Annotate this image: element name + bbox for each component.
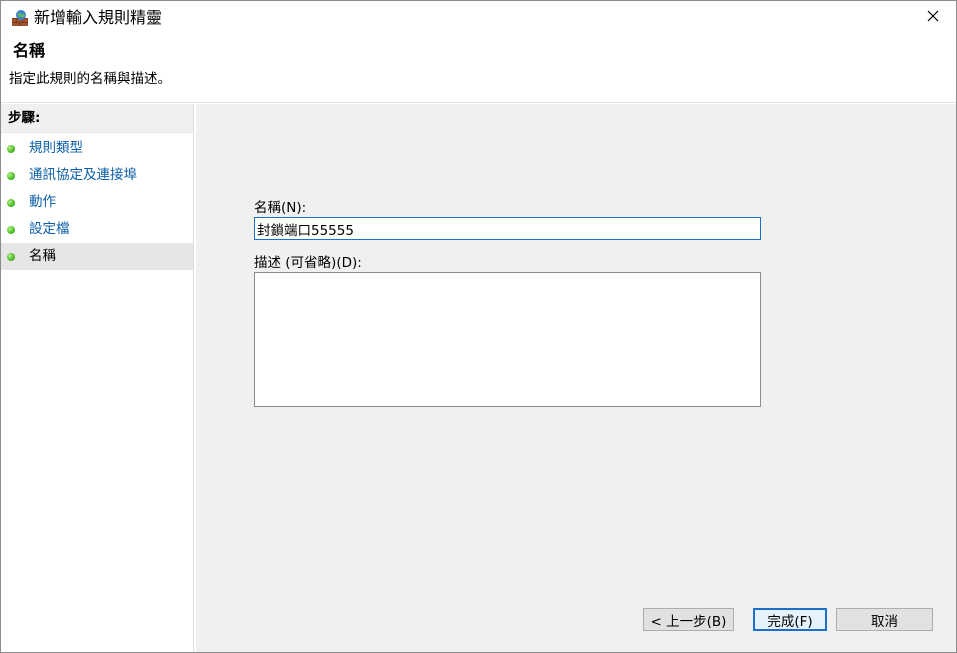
finish-button[interactable]: 完成(F) bbox=[753, 608, 827, 631]
page-title: 名稱 bbox=[13, 41, 46, 60]
green-dot-icon bbox=[7, 172, 15, 180]
step-label: 名稱 bbox=[29, 248, 56, 264]
step-label: 規則類型 bbox=[29, 140, 83, 156]
green-dot-icon bbox=[7, 226, 15, 234]
name-label: 名稱(N): bbox=[254, 200, 307, 216]
firewall-icon bbox=[11, 9, 29, 27]
step-list: 規則類型 通訊協定及連接埠 動作 設定檔 名稱 bbox=[1, 135, 193, 270]
step-label: 通訊協定及連接埠 bbox=[29, 167, 137, 183]
back-button[interactable]: < 上一步(B) bbox=[643, 608, 734, 631]
green-dot-icon bbox=[7, 199, 15, 207]
step-protocol-and-ports[interactable]: 通訊協定及連接埠 bbox=[1, 162, 193, 189]
green-dot-icon bbox=[7, 145, 15, 153]
wizard-header: 名稱 指定此規則的名稱與描述。 bbox=[1, 35, 956, 103]
steps-pane: 步驟: 規則類型 通訊協定及連接埠 動作 設定檔 名稱 bbox=[1, 104, 194, 652]
step-label: 設定檔 bbox=[29, 221, 70, 237]
steps-heading: 步驟: bbox=[1, 104, 193, 133]
name-input[interactable] bbox=[254, 217, 761, 240]
window-title: 新增輸入規則精靈 bbox=[34, 8, 163, 27]
description-label: 描述 (可省略)(D): bbox=[254, 255, 362, 271]
page-description: 指定此規則的名稱與描述。 bbox=[9, 71, 171, 87]
step-action[interactable]: 動作 bbox=[1, 189, 193, 216]
green-dot-icon bbox=[7, 253, 15, 261]
step-profile[interactable]: 設定檔 bbox=[1, 216, 193, 243]
step-rule-type[interactable]: 規則類型 bbox=[1, 135, 193, 162]
step-label: 動作 bbox=[29, 194, 56, 210]
close-button[interactable] bbox=[910, 1, 956, 35]
step-name: 名稱 bbox=[1, 243, 193, 270]
close-icon bbox=[927, 10, 939, 26]
wizard-window: 新增輸入規則精靈 名稱 指定此規則的名稱與描述。 步驟: 規則類型 通訊協定及連… bbox=[0, 0, 957, 653]
cancel-button[interactable]: 取消 bbox=[836, 608, 933, 631]
description-input[interactable] bbox=[254, 272, 761, 407]
content-pane: 名稱(N): 描述 (可省略)(D): < 上一步(B) 完成(F) 取消 bbox=[196, 104, 956, 652]
title-bar: 新增輸入規則精靈 bbox=[1, 1, 956, 35]
